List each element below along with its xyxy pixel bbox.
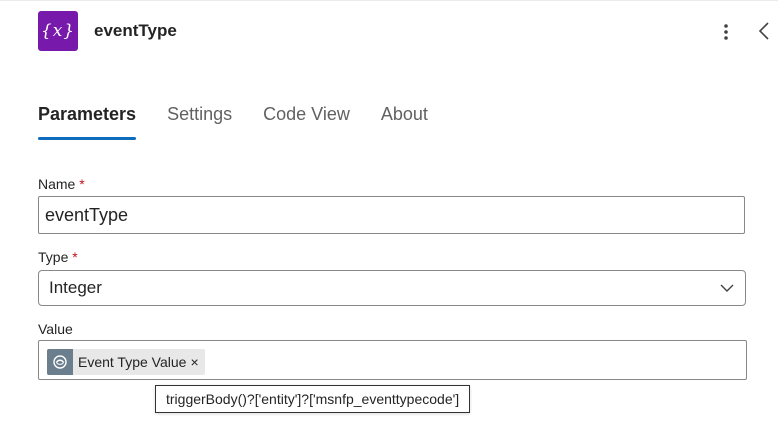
value-input[interactable]: Event Type Value × <box>38 340 747 380</box>
more-options-button[interactable] <box>716 20 736 44</box>
tab-about[interactable]: About <box>381 104 428 140</box>
type-field-label: Type * <box>38 249 78 265</box>
more-vertical-icon <box>724 24 728 40</box>
tab-settings[interactable]: Settings <box>167 104 232 140</box>
name-field-label: Name * <box>38 176 85 192</box>
token-label: Event Type Value <box>78 354 187 370</box>
tab-parameters[interactable]: Parameters <box>38 104 137 140</box>
type-selected-value: Integer <box>49 278 102 297</box>
type-dropdown[interactable]: Integer <box>38 270 746 306</box>
type-required-mark: * <box>72 249 78 265</box>
expression-tooltip: triggerBody()?['entity']?['msnfp_eventty… <box>155 385 471 413</box>
action-title: eventType <box>94 21 177 40</box>
variable-icon: {x} <box>38 11 78 51</box>
chevron-down-icon <box>720 284 734 292</box>
name-label-text: Name <box>38 176 76 192</box>
name-required-mark: * <box>79 176 85 192</box>
top-divider <box>0 0 778 1</box>
name-input[interactable] <box>38 196 745 234</box>
variable-glyph: {x} <box>40 21 76 41</box>
collapse-panel-button[interactable] <box>754 18 774 44</box>
type-label-text: Type <box>38 249 69 265</box>
value-field-label: Value <box>38 321 73 337</box>
dynamic-content-token[interactable]: Event Type Value × <box>47 349 205 375</box>
dataverse-icon <box>47 349 73 375</box>
tab-bar: Parameters Settings Code View About <box>38 104 459 140</box>
tab-code-view[interactable]: Code View <box>263 104 350 140</box>
chevron-left-icon <box>758 22 769 40</box>
token-remove-button[interactable]: × <box>190 354 198 370</box>
